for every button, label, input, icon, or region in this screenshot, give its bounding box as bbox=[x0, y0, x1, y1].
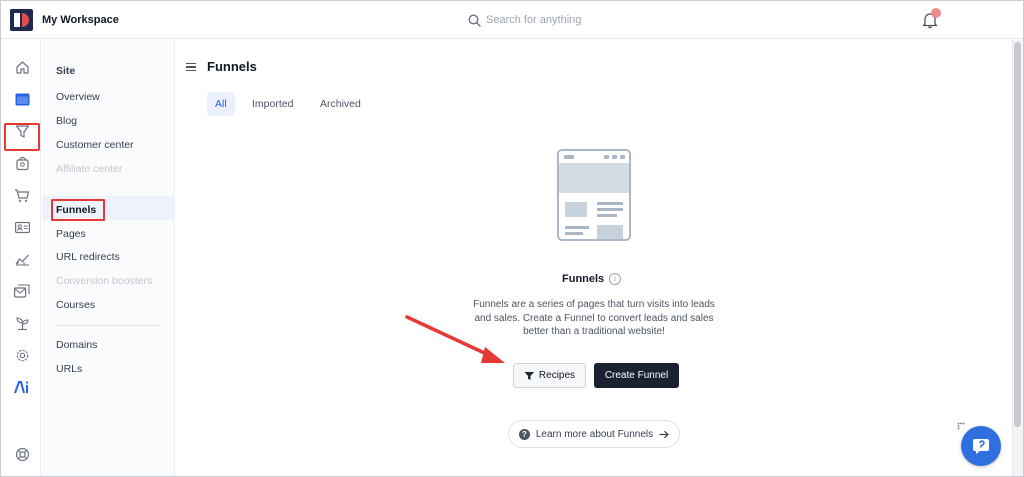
menu-toggle-icon[interactable] bbox=[186, 63, 196, 71]
funnels-annotation-box bbox=[51, 199, 105, 221]
sidebar-item-urls[interactable]: URLs bbox=[56, 363, 82, 375]
sidebar-item-customer-center[interactable]: Customer center bbox=[56, 139, 134, 151]
sidebar-divider bbox=[56, 325, 160, 326]
tab-imported[interactable]: Imported bbox=[244, 92, 301, 116]
funnel-sparkle-icon bbox=[524, 371, 534, 380]
home-icon[interactable] bbox=[13, 58, 31, 76]
sidebar-item-overview[interactable]: Overview bbox=[56, 91, 100, 103]
notification-dot bbox=[931, 8, 941, 18]
page-title: Funnels bbox=[207, 59, 257, 74]
chat-bubble-icon bbox=[973, 439, 989, 454]
app-window: My Workspace Search for anything Site Ov… bbox=[0, 0, 1024, 477]
shopping-cart-icon[interactable] bbox=[13, 186, 31, 204]
top-bar: My Workspace Search for anything bbox=[1, 1, 1023, 39]
scrollbar-thumb[interactable] bbox=[1014, 42, 1021, 427]
store-bag-icon[interactable] bbox=[13, 154, 31, 172]
sidebar-heading: Site bbox=[56, 65, 76, 77]
analytics-chart-icon[interactable] bbox=[13, 250, 31, 268]
info-icon[interactable]: i bbox=[609, 273, 621, 285]
main-content: Funnels All Imported Archived Funnels i … bbox=[176, 40, 1012, 476]
search-bar[interactable]: Search for anything bbox=[468, 11, 581, 29]
search-icon bbox=[468, 13, 481, 27]
empty-state-title: Funnels bbox=[562, 273, 605, 285]
annotation-arrow-icon bbox=[405, 315, 505, 363]
question-icon: ? bbox=[518, 428, 530, 440]
browser-window-icon[interactable] bbox=[13, 90, 31, 108]
tab-archived[interactable]: Archived bbox=[312, 92, 369, 116]
workspace-name[interactable]: My Workspace bbox=[42, 14, 119, 26]
learn-more-label: Learn more about Funnels bbox=[535, 428, 654, 440]
email-stack-icon[interactable] bbox=[13, 282, 31, 300]
site-sidebar: Site Overview Blog Customer center Affil… bbox=[42, 40, 175, 476]
sidebar-item-conversion-boosters: Conversion boosters bbox=[56, 275, 153, 287]
funnel-filter-icon[interactable] bbox=[13, 122, 31, 140]
clickfunnels-logo-icon[interactable] bbox=[10, 9, 33, 31]
recipes-label: Recipes bbox=[538, 370, 576, 381]
sidebar-item-domains[interactable]: Domains bbox=[56, 339, 97, 351]
contact-card-icon[interactable] bbox=[13, 218, 31, 236]
create-funnel-button[interactable]: Create Funnel bbox=[594, 363, 679, 388]
help-chat-button[interactable] bbox=[961, 426, 1001, 466]
sidebar-item-pages[interactable]: Pages bbox=[56, 228, 86, 240]
search-input[interactable]: Search for anything bbox=[486, 14, 581, 26]
ai-icon[interactable] bbox=[13, 378, 31, 396]
learn-more-button[interactable]: ? Learn more about Funnels bbox=[508, 420, 680, 448]
icon-rail bbox=[1, 40, 41, 476]
sidebar-item-affiliate-center: Affiliate center bbox=[56, 163, 123, 175]
drag-handle-icon[interactable] bbox=[957, 422, 965, 430]
recipes-button[interactable]: Recipes bbox=[513, 363, 586, 388]
sidebar-item-url-redirects[interactable]: URL redirects bbox=[56, 251, 120, 263]
sidebar-item-courses[interactable]: Courses bbox=[56, 299, 95, 311]
arrow-right-icon bbox=[659, 430, 669, 438]
lifebuoy-icon[interactable] bbox=[13, 445, 31, 463]
page-illustration-icon bbox=[557, 149, 631, 241]
sidebar-item-blog[interactable]: Blog bbox=[56, 115, 77, 127]
sprout-icon[interactable] bbox=[13, 314, 31, 332]
gear-icon[interactable] bbox=[13, 346, 31, 364]
tab-all[interactable]: All bbox=[207, 92, 235, 116]
